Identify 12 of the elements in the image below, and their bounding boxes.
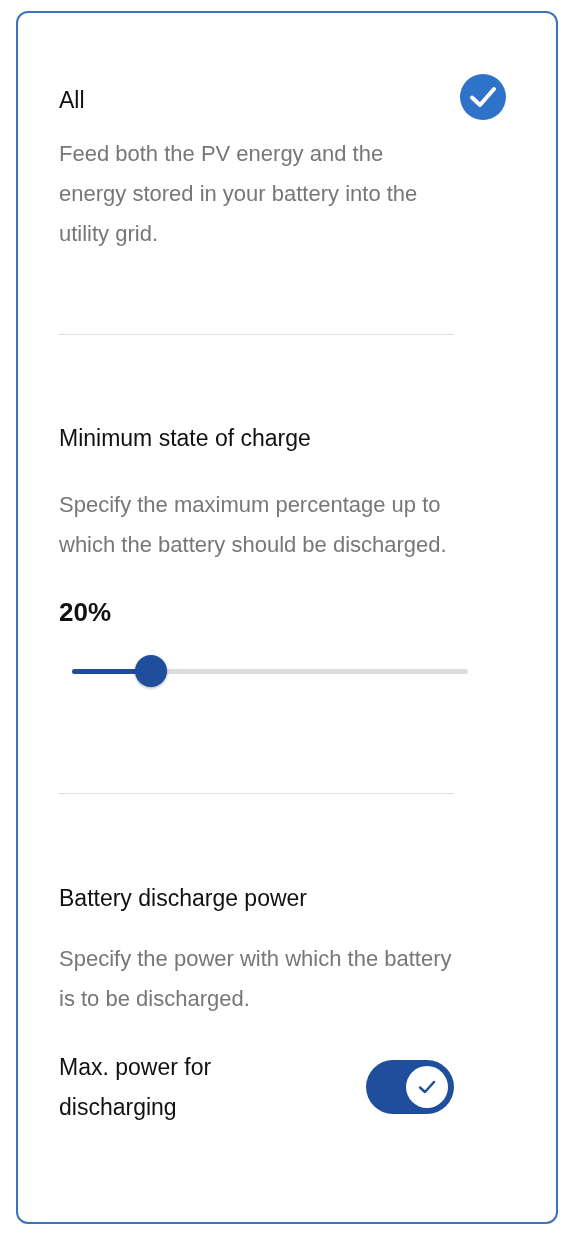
section-description: Specify the power with which the battery is to be discharged. <box>59 945 453 1013</box>
section-title: Battery discharge power <box>59 884 308 913</box>
slider[interactable] <box>72 655 468 687</box>
toggle-switch[interactable] <box>366 1060 454 1114</box>
slider-thumb[interactable] <box>135 654 168 687</box>
section-title: Minimum state of charge <box>59 424 312 453</box>
option-description: Feed both the PV energy and the energy stored in your battery into the utility grid. <box>59 140 419 248</box>
option-title: All <box>59 86 85 115</box>
percentage-value: 20% <box>59 596 112 628</box>
check-icon[interactable] <box>460 74 506 120</box>
section-description: Specify the maximum percentage up to which the battery should be discharged. <box>59 491 448 559</box>
toggle-label: Max. power for discharging <box>59 1053 213 1122</box>
